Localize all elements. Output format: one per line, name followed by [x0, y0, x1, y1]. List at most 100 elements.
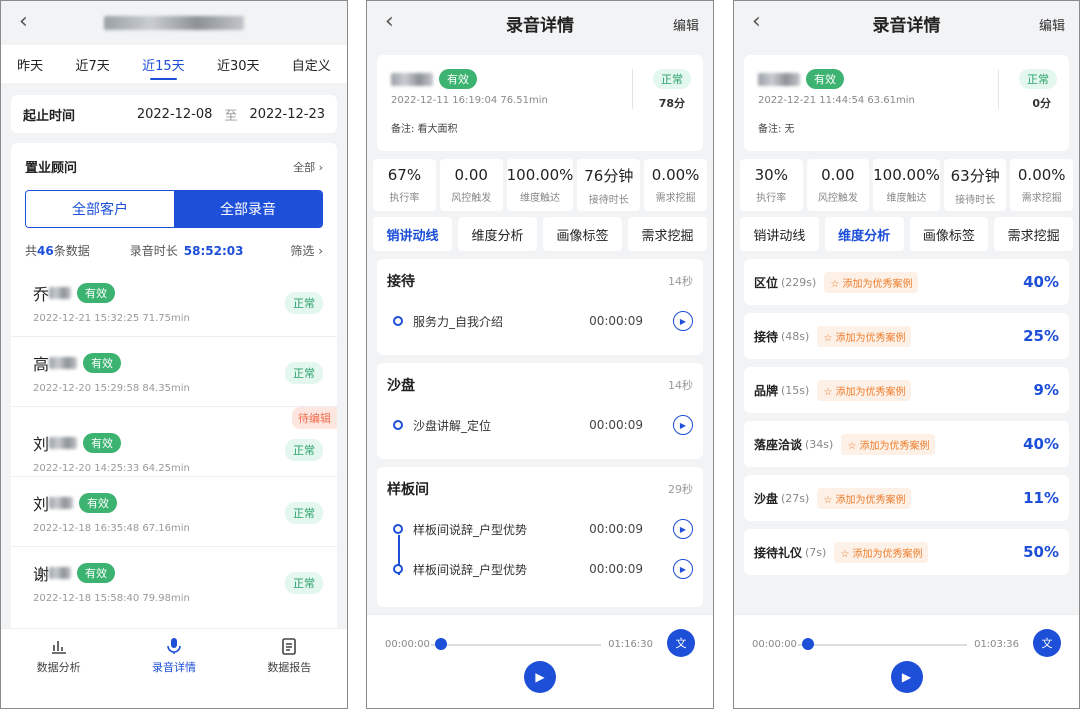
- dimension-row: 接待 (48s) ☆ 添加为优秀案例 25%: [744, 313, 1069, 359]
- filter-button[interactable]: 筛选 ›: [290, 242, 323, 259]
- tab-profile-tags[interactable]: 画像标签: [543, 217, 622, 251]
- date-range-picker[interactable]: 起止时间 2022-12-08 至 2022-12-23: [11, 95, 337, 133]
- play-icon[interactable]: ▶: [524, 661, 556, 693]
- tab-7-days[interactable]: 近7天: [75, 49, 109, 80]
- tab-demand-mining[interactable]: 需求挖掘: [994, 217, 1073, 251]
- consultant-filter[interactable]: 全部 ›: [293, 159, 323, 175]
- dimension-row: 落座洽谈 (34s) ☆ 添加为优秀案例 40%: [744, 421, 1069, 467]
- list-item[interactable]: 高 有效 2022-12-20 15:29:58 84.35min 正常: [11, 337, 337, 407]
- tab-30-days[interactable]: 近30天: [217, 49, 260, 80]
- edit-button[interactable]: 编辑: [673, 15, 699, 34]
- play-icon[interactable]: ▶: [890, 661, 923, 693]
- stat-execution-rate: 30% 执行率: [740, 159, 803, 211]
- play-icon[interactable]: ▶: [673, 519, 693, 539]
- dimension-seconds: (229s): [781, 275, 817, 289]
- clipboard-icon: [280, 637, 298, 659]
- filter-label: 筛选: [290, 244, 315, 258]
- dimension-seconds: (7s): [805, 545, 827, 559]
- customer-recording-toggle: 全部客户 全部录音: [25, 190, 323, 228]
- dimension-name: 沙盘: [754, 491, 779, 506]
- add-excellent-case-button[interactable]: ☆ 添加为优秀案例: [824, 271, 919, 293]
- tab-profile-tags[interactable]: 画像标签: [909, 217, 989, 251]
- route-timeline: 样板间说辞_户型优势 00:00:09 ▶ 样板间说辞_户型优势 00:00:0…: [387, 509, 693, 589]
- route-item[interactable]: 服务力_自我介绍 00:00:09 ▶: [387, 301, 693, 341]
- add-excellent-case-button[interactable]: ☆ 添加为优秀案例: [834, 541, 929, 563]
- stat-label: 需求挖掘: [1021, 193, 1062, 204]
- stat-value: 30%: [754, 166, 788, 184]
- route-item[interactable]: 样板间说辞_户型优势 00:00:09 ▶: [387, 549, 693, 589]
- list-item[interactable]: 刘 有效 2022-12-18 16:35:48 67.16min 正常: [11, 477, 337, 547]
- play-icon[interactable]: ▶: [673, 559, 693, 579]
- tab-custom[interactable]: 自定义: [292, 49, 331, 80]
- progress-track[interactable]: [431, 644, 601, 646]
- range-separator: 至: [224, 108, 238, 124]
- tab-demand-mining[interactable]: 需求挖掘: [628, 217, 707, 251]
- dimension-row: 区位 (229s) ☆ 添加为优秀案例 40%: [744, 259, 1069, 305]
- route-section: 接待 14秒 服务力_自我介绍 00:00:09 ▶: [377, 259, 703, 355]
- dimension-name: 品牌: [754, 383, 779, 398]
- list-item[interactable]: 待编辑 刘 有效 2022-12-20 14:25:33 64.25min 正常: [11, 407, 337, 477]
- total-time: 01:16:30: [608, 639, 653, 650]
- action-label: 添加为优秀案例: [835, 386, 906, 398]
- tab-dimension-analysis[interactable]: 维度分析: [824, 217, 904, 251]
- dimension-percent: 40%: [1023, 435, 1059, 453]
- progress-knob[interactable]: [435, 638, 447, 650]
- valid-badge: 有效: [79, 493, 118, 513]
- back-arrow-icon[interactable]: ‹: [19, 9, 28, 34]
- tab-15-days[interactable]: 近15天: [142, 49, 185, 80]
- stat-label: 风控触发: [817, 193, 858, 204]
- timeline-dot: [393, 524, 403, 534]
- section-duration: 14秒: [668, 379, 693, 392]
- route-item-time: 00:00:09: [589, 314, 643, 328]
- route-item-name: 沙盘讲解_定位: [413, 418, 492, 433]
- progress-knob[interactable]: [802, 638, 814, 650]
- record-meta: 2022-12-20 15:29:58 84.35min: [33, 383, 190, 394]
- add-excellent-case-button[interactable]: ☆ 添加为优秀案例: [817, 379, 912, 401]
- top-bar: ‹ 录音详情 编辑: [367, 1, 713, 45]
- list-item[interactable]: 乔 有效 2022-12-21 15:32:25 71.75min 正常: [11, 267, 337, 337]
- add-excellent-case-button[interactable]: ☆ 添加为优秀案例: [841, 433, 936, 455]
- add-excellent-case-button[interactable]: ☆ 添加为优秀案例: [817, 325, 912, 347]
- tab-sales-route[interactable]: 销讲动线: [740, 217, 819, 251]
- all-customers-button[interactable]: 全部客户: [26, 191, 174, 227]
- status-badge: 正常: [285, 572, 323, 594]
- progress-track[interactable]: [798, 644, 967, 646]
- back-arrow-icon[interactable]: ‹: [752, 9, 761, 34]
- nav-recording-detail[interactable]: 录音详情: [129, 637, 219, 708]
- route-item[interactable]: 沙盘讲解_定位 00:00:09 ▶: [387, 405, 693, 445]
- tab-dimension-analysis[interactable]: 维度分析: [458, 217, 537, 251]
- transcript-button[interactable]: 文: [667, 629, 695, 657]
- stat-value: 100.00%: [506, 166, 574, 184]
- dimension-percent: 40%: [1023, 273, 1059, 291]
- play-icon[interactable]: ▶: [673, 311, 693, 331]
- dimension-name: 接待: [754, 329, 779, 344]
- nav-data-analysis[interactable]: 数据分析: [14, 637, 104, 708]
- bar-chart-icon: [50, 637, 68, 659]
- list-item[interactable]: 谢 有效 2022-12-18 15:58:40 79.98min 正常: [11, 547, 337, 617]
- route-item-name: 服务力_自我介绍: [413, 314, 504, 329]
- status-badge: 正常: [285, 292, 323, 314]
- end-date[interactable]: 2022-12-23: [249, 107, 325, 122]
- all-recordings-button[interactable]: 全部录音: [174, 191, 322, 227]
- bottom-nav: 数据分析 录音详情 数据报告: [1, 628, 347, 708]
- edit-button[interactable]: 编辑: [1039, 15, 1065, 34]
- tab-yesterday[interactable]: 昨天: [17, 49, 43, 80]
- nav-data-report[interactable]: 数据报告: [244, 637, 334, 708]
- play-icon[interactable]: ▶: [673, 415, 693, 435]
- route-section: 沙盘 14秒 沙盘讲解_定位 00:00:09 ▶: [377, 363, 703, 459]
- dimension-percent: 9%: [1033, 381, 1059, 399]
- add-excellent-case-button[interactable]: ☆ 添加为优秀案例: [817, 487, 912, 509]
- range-label: 起止时间: [23, 108, 76, 124]
- back-arrow-icon[interactable]: ‹: [385, 9, 394, 34]
- project-title-blurred[interactable]: [104, 16, 244, 30]
- route-item[interactable]: 样板间说辞_户型优势 00:00:09 ▶: [387, 509, 693, 549]
- start-date[interactable]: 2022-12-08: [137, 107, 213, 122]
- star-outline-icon: ☆: [823, 386, 833, 398]
- transcript-button[interactable]: 文: [1033, 629, 1061, 657]
- tab-sales-route[interactable]: 销讲动线: [373, 217, 452, 251]
- valid-badge: 有效: [806, 69, 844, 89]
- customer-initial: 刘: [33, 435, 50, 454]
- status-badge: 正常: [1019, 69, 1057, 89]
- valid-badge: 有效: [83, 433, 122, 453]
- customer-name-blurred: [49, 437, 78, 449]
